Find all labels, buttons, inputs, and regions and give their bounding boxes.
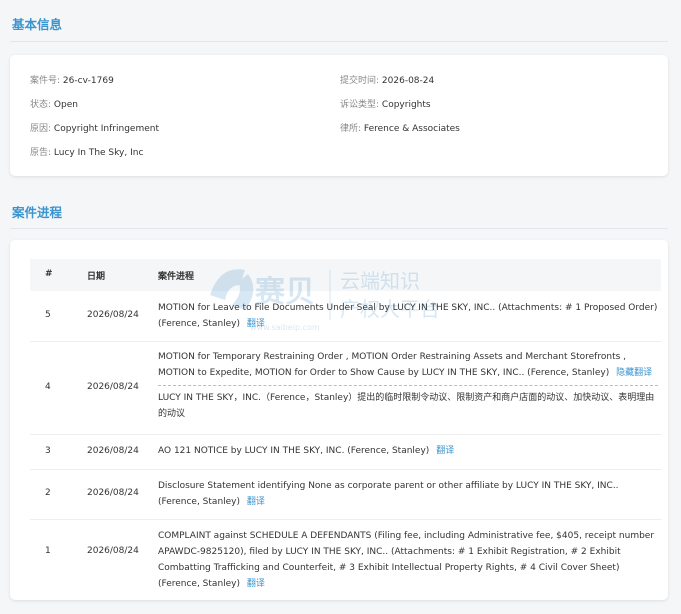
law-firm-label: 律所: — [340, 124, 362, 134]
row-text: COMPLAINT against SCHEDULE A DEFENDANTS … — [158, 531, 655, 589]
case-progress-title: 案件进程 — [12, 205, 63, 220]
hide-translation-link[interactable]: 隐藏翻译 — [616, 368, 652, 378]
suit-type-value: Copyrights — [381, 100, 431, 110]
filed-date-item: 提交时间: 2026-08-24 — [340, 73, 434, 86]
row-text: MOTION for Leave to File Documents Under… — [158, 303, 658, 329]
row-text: MOTION for Temporary Restraining Order ,… — [158, 352, 627, 378]
suit-type-item: 诉讼类型: Copyrights — [340, 97, 431, 110]
plaintiff-item: 原告: Lucy In The Sky, Inc — [30, 145, 143, 158]
row-text: AO 121 NOTICE by LUCY IN THE SKY, INC. (… — [158, 446, 430, 456]
row-translation: LUCY IN THE SKY，INC.（Ference，Stanley）提出的… — [158, 393, 655, 419]
suit-type-label: 诉讼类型: — [340, 100, 380, 110]
table-row: 1 2026/08/24 COMPLAINT against SCHEDULE … — [30, 519, 661, 589]
case-number-item: 案件号: 26-cv-1769 — [30, 73, 114, 86]
table-row: 4 2026/08/24 MOTION for Temporary Restra… — [30, 341, 661, 435]
basic-info-card: 案件号: 26-cv-1769 状态: Open 原因: Copyright I… — [10, 55, 668, 176]
translate-link[interactable]: 翻译 — [247, 579, 265, 589]
cause-item: 原因: Copyright Infringement — [30, 121, 159, 134]
status-label: 状态: — [30, 100, 52, 110]
row-number: 3 — [45, 446, 51, 456]
case-progress-divider — [10, 228, 668, 229]
header-num: # — [45, 269, 53, 279]
row-date: 2026/08/24 — [87, 546, 139, 556]
row-number: 1 — [45, 546, 51, 556]
cause-value: Copyright Infringement — [53, 124, 159, 134]
translation-divider — [158, 385, 658, 386]
basic-info-divider — [10, 41, 668, 42]
filed-date-label: 提交时间: — [340, 76, 380, 86]
header-date: 日期 — [87, 272, 106, 282]
plaintiff-label: 原告: — [30, 148, 52, 158]
cause-label: 原因: — [30, 124, 52, 134]
table-row: 2 2026/08/24 Disclosure Statement identi… — [30, 469, 661, 520]
plaintiff-value: Lucy In The Sky, Inc — [53, 148, 144, 158]
row-number: 4 — [45, 382, 51, 392]
translate-link[interactable]: 翻译 — [247, 497, 265, 507]
row-number: 5 — [45, 310, 51, 320]
table-header: # 日期 案件进程 — [30, 259, 661, 291]
law-firm-item: 律所: Ference & Associates — [340, 121, 460, 134]
row-description: MOTION for Leave to File Documents Under… — [158, 300, 658, 332]
case-progress-card: # 日期 案件进程 5 2026/08/24 MOTION for Leave … — [10, 240, 668, 600]
row-description: COMPLAINT against SCHEDULE A DEFENDANTS … — [158, 528, 658, 592]
case-number-value: 26-cv-1769 — [62, 76, 114, 86]
table-row: 5 2026/08/24 MOTION for Leave to File Do… — [30, 291, 661, 342]
row-number: 2 — [45, 488, 51, 498]
row-date: 2026/08/24 — [87, 382, 139, 392]
row-description: Disclosure Statement identifying None as… — [158, 478, 658, 510]
row-description: AO 121 NOTICE by LUCY IN THE SKY, INC. (… — [158, 443, 658, 459]
row-date: 2026/08/24 — [87, 310, 139, 320]
translate-link[interactable]: 翻译 — [436, 446, 454, 456]
status-value: Open — [53, 100, 78, 110]
basic-info-title: 基本信息 — [12, 17, 63, 32]
translate-link[interactable]: 翻译 — [247, 319, 265, 329]
row-date: 2026/08/24 — [87, 488, 139, 498]
case-number-label: 案件号: — [30, 76, 61, 86]
status-item: 状态: Open — [30, 97, 78, 110]
law-firm-value: Ference & Associates — [363, 124, 460, 134]
row-text: Disclosure Statement identifying None as… — [158, 481, 619, 507]
table-row: 3 2026/08/24 AO 121 NOTICE by LUCY IN TH… — [30, 434, 661, 470]
row-date: 2026/08/24 — [87, 446, 139, 456]
filed-date-value: 2026-08-24 — [381, 76, 435, 86]
header-progress: 案件进程 — [158, 272, 195, 282]
row-description: MOTION for Temporary Restraining Order ,… — [158, 349, 658, 422]
